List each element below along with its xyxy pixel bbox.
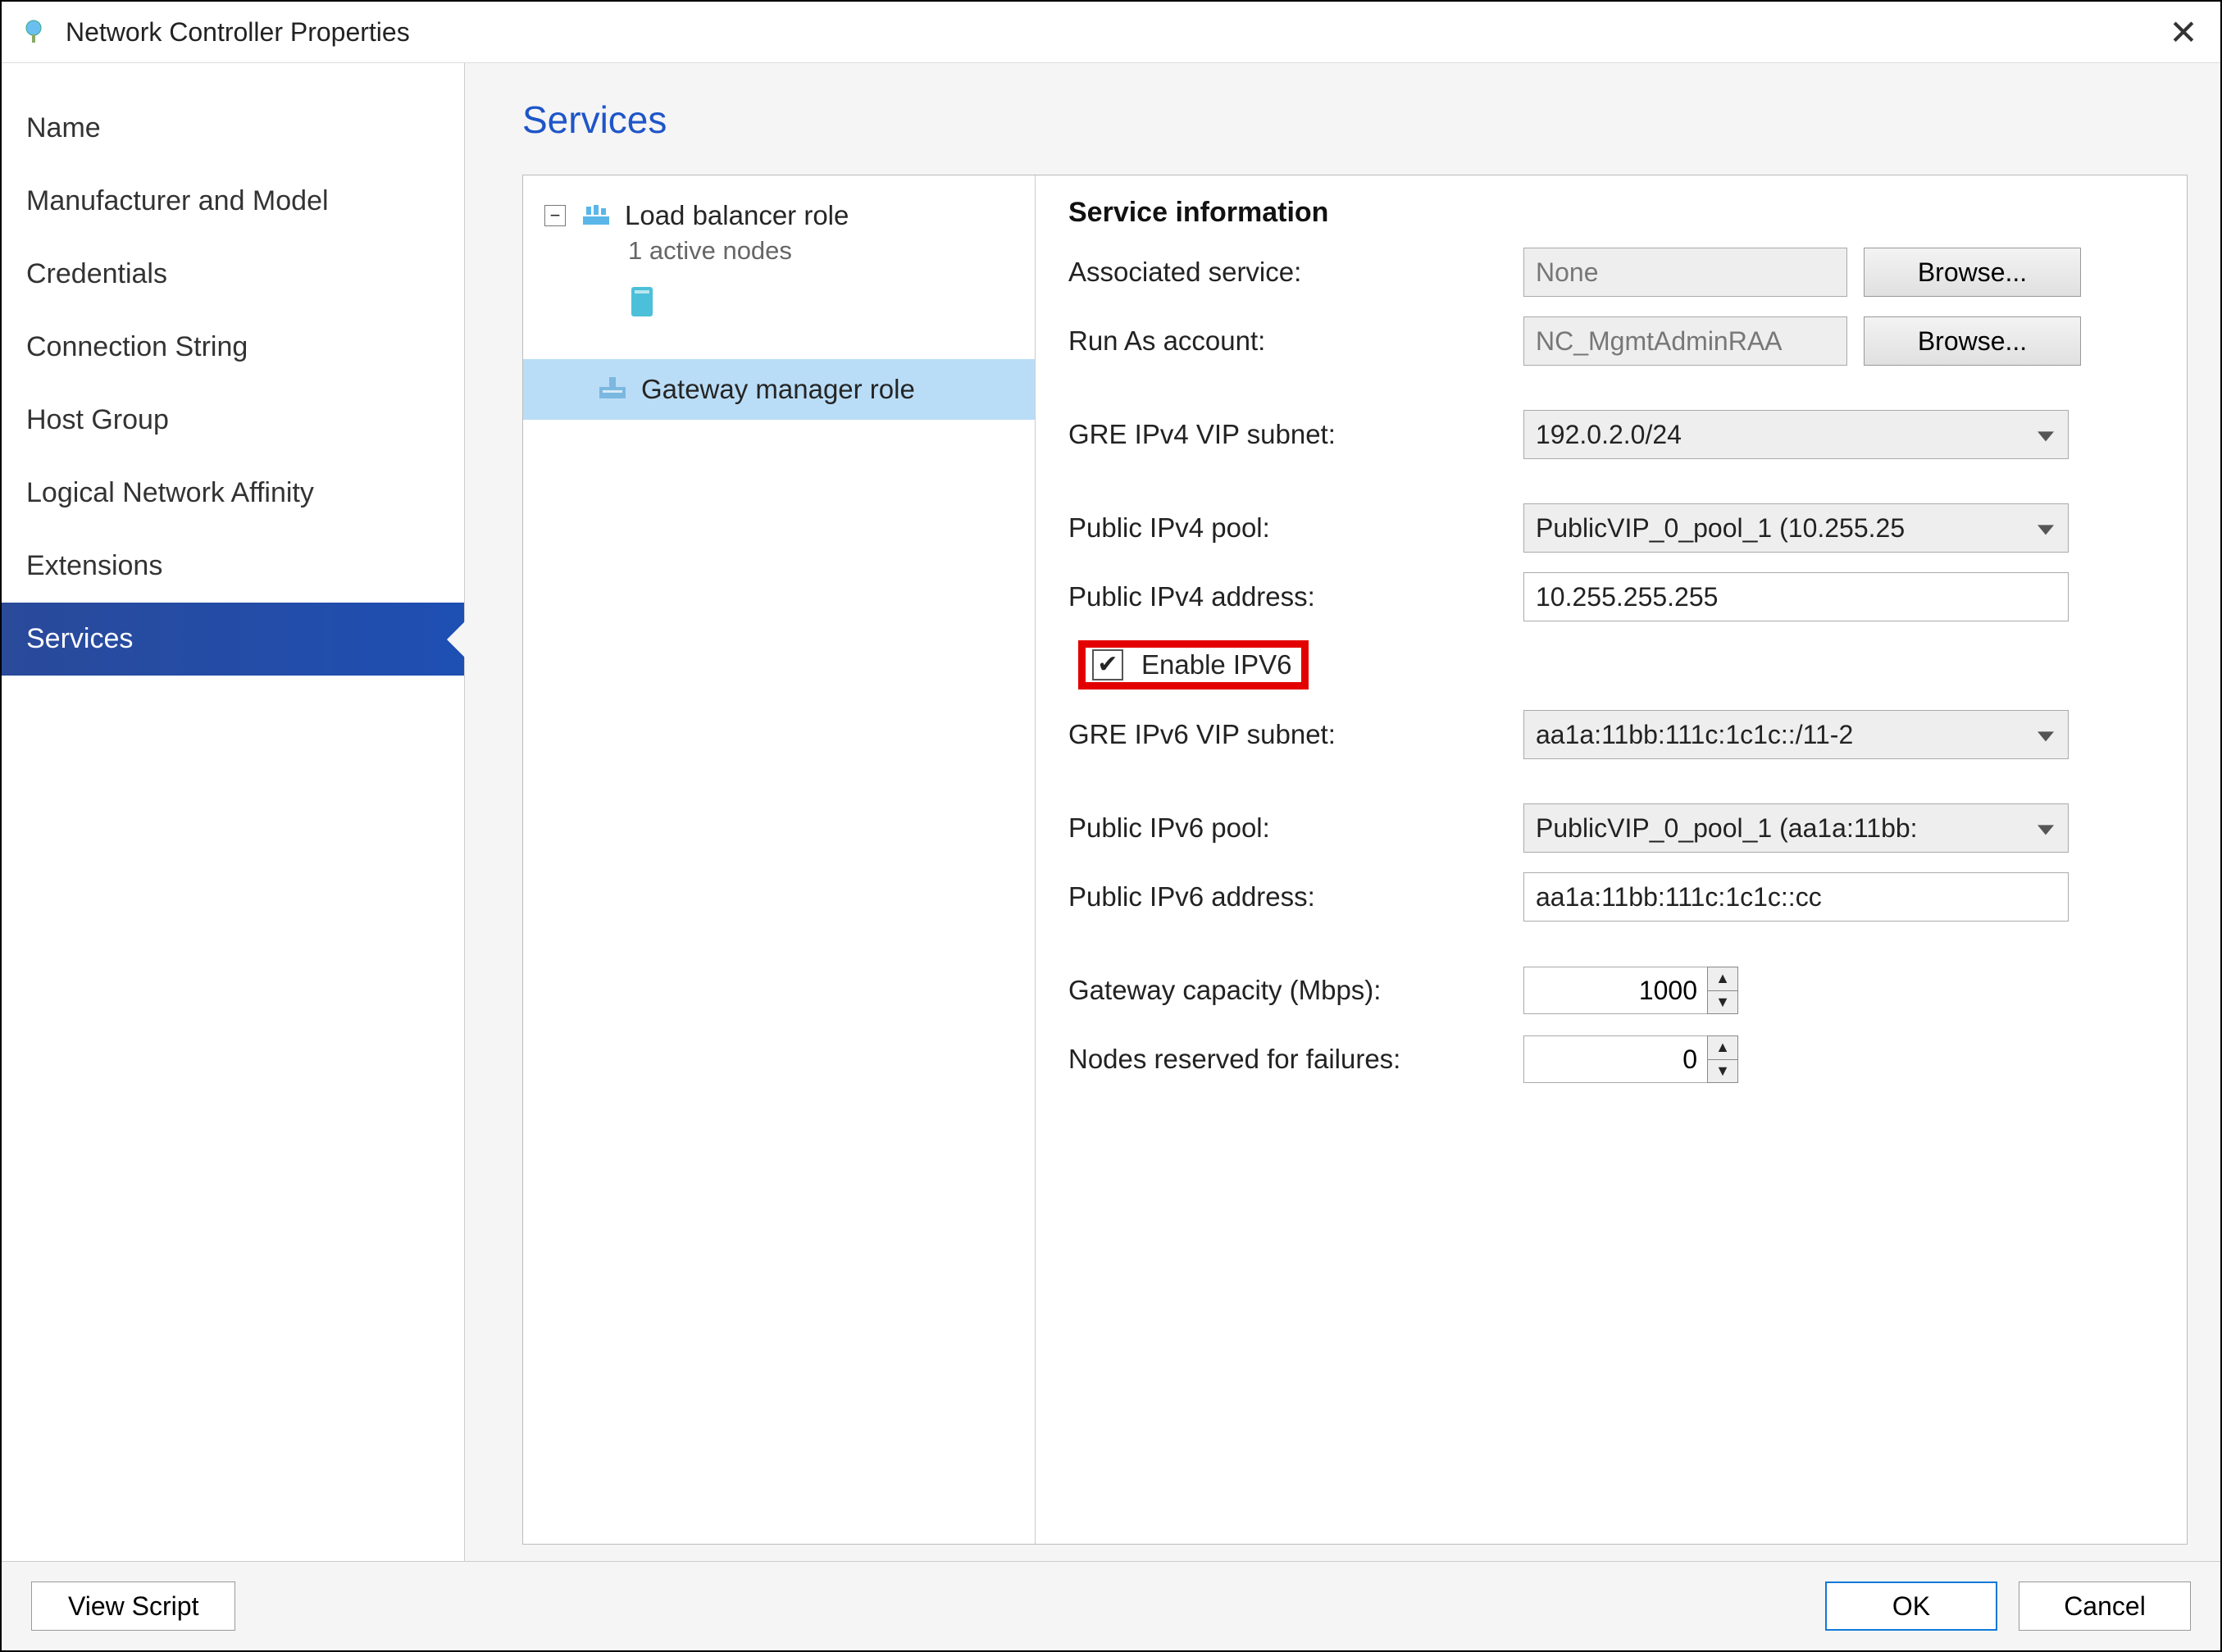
app-icon <box>18 16 49 48</box>
cancel-button[interactable]: Cancel <box>2019 1581 2191 1631</box>
spinner-up-icon[interactable]: ▲ <box>1708 1036 1737 1060</box>
spinner-down-icon[interactable]: ▼ <box>1708 1060 1737 1083</box>
nodes-reserved-field[interactable] <box>1523 1035 1708 1083</box>
role-tree: − Load balancer role 1 active nodes <box>523 175 1036 1544</box>
node-icon[interactable] <box>523 284 1035 326</box>
service-form: Service information Associated service: … <box>1036 175 2187 1544</box>
sidebar: Name Manufacturer and Model Credentials … <box>2 63 465 1561</box>
public-ipv6-address-label: Public IPv6 address: <box>1068 881 1523 912</box>
window: Network Controller Properties ✕ Name Man… <box>0 0 2222 1652</box>
tree-item-label: Gateway manager role <box>641 374 915 405</box>
public-ipv6-address-field[interactable] <box>1523 872 2069 922</box>
footer: View Script OK Cancel <box>2 1561 2220 1650</box>
collapse-icon[interactable]: − <box>544 205 566 226</box>
enable-ipv6-row: ✔ Enable IPV6 <box>1068 637 2164 693</box>
sidebar-item-services[interactable]: Services <box>2 603 464 676</box>
associated-service-field <box>1523 248 1847 297</box>
tree-item-label: Load balancer role <box>625 200 849 231</box>
view-script-button[interactable]: View Script <box>31 1581 235 1631</box>
ok-button[interactable]: OK <box>1825 1581 1997 1631</box>
sidebar-item-name[interactable]: Name <box>2 92 464 165</box>
body: Name Manufacturer and Model Credentials … <box>2 63 2220 1561</box>
highlight-annotation: ✔ Enable IPV6 <box>1078 640 1309 689</box>
gateway-capacity-label: Gateway capacity (Mbps): <box>1068 975 1523 1006</box>
nodes-reserved-label: Nodes reserved for failures: <box>1068 1044 1523 1075</box>
enable-ipv6-label: Enable IPV6 <box>1141 649 1291 680</box>
section-header: Service information <box>1068 197 2164 229</box>
tree-subtext: 1 active nodes <box>523 236 1035 266</box>
sidebar-item-connection-string[interactable]: Connection String <box>2 311 464 384</box>
public-ipv4-address-field[interactable] <box>1523 572 2069 621</box>
tree-item-load-balancer[interactable]: − Load balancer role <box>523 192 1035 234</box>
public-ipv4-pool-select[interactable] <box>1523 503 2069 553</box>
run-as-label: Run As account: <box>1068 325 1523 357</box>
content-box: − Load balancer role 1 active nodes <box>522 175 2188 1545</box>
gateway-capacity-field[interactable] <box>1523 967 1708 1014</box>
tree-item-gateway-manager[interactable]: Gateway manager role <box>523 359 1035 420</box>
browse-run-as-button[interactable]: Browse... <box>1864 316 2081 366</box>
gateway-icon <box>597 374 628 405</box>
gre-ipv6-select[interactable] <box>1523 710 2069 759</box>
spinner-up-icon[interactable]: ▲ <box>1708 967 1737 991</box>
sidebar-item-manufacturer-model[interactable]: Manufacturer and Model <box>2 165 464 238</box>
main-panel: Services − Load balancer role 1 active n… <box>465 63 2220 1561</box>
public-ipv6-pool-select[interactable] <box>1523 803 2069 853</box>
titlebar: Network Controller Properties ✕ <box>2 2 2220 63</box>
gre-ipv6-label: GRE IPv6 VIP subnet: <box>1068 719 1523 750</box>
public-ipv4-address-label: Public IPv4 address: <box>1068 581 1523 612</box>
gre-ipv4-label: GRE IPv4 VIP subnet: <box>1068 419 1523 450</box>
spinner-down-icon[interactable]: ▼ <box>1708 991 1737 1014</box>
public-ipv4-pool-label: Public IPv4 pool: <box>1068 512 1523 544</box>
page-title: Services <box>522 98 2188 142</box>
sidebar-item-host-group[interactable]: Host Group <box>2 384 464 457</box>
public-ipv6-pool-label: Public IPv6 pool: <box>1068 812 1523 844</box>
load-balancer-icon <box>581 200 612 231</box>
sidebar-item-credentials[interactable]: Credentials <box>2 238 464 311</box>
window-title: Network Controller Properties <box>66 17 2163 48</box>
close-icon[interactable]: ✕ <box>2163 12 2204 52</box>
associated-service-label: Associated service: <box>1068 257 1523 288</box>
gateway-capacity-stepper[interactable]: ▲▼ <box>1707 967 1738 1014</box>
gre-ipv4-select[interactable] <box>1523 410 2069 459</box>
browse-service-button[interactable]: Browse... <box>1864 248 2081 297</box>
nodes-reserved-stepper[interactable]: ▲▼ <box>1707 1035 1738 1083</box>
enable-ipv6-checkbox[interactable]: ✔ <box>1092 649 1123 680</box>
run-as-field <box>1523 316 1847 366</box>
sidebar-item-extensions[interactable]: Extensions <box>2 530 464 603</box>
sidebar-item-logical-network-affinity[interactable]: Logical Network Affinity <box>2 457 464 530</box>
